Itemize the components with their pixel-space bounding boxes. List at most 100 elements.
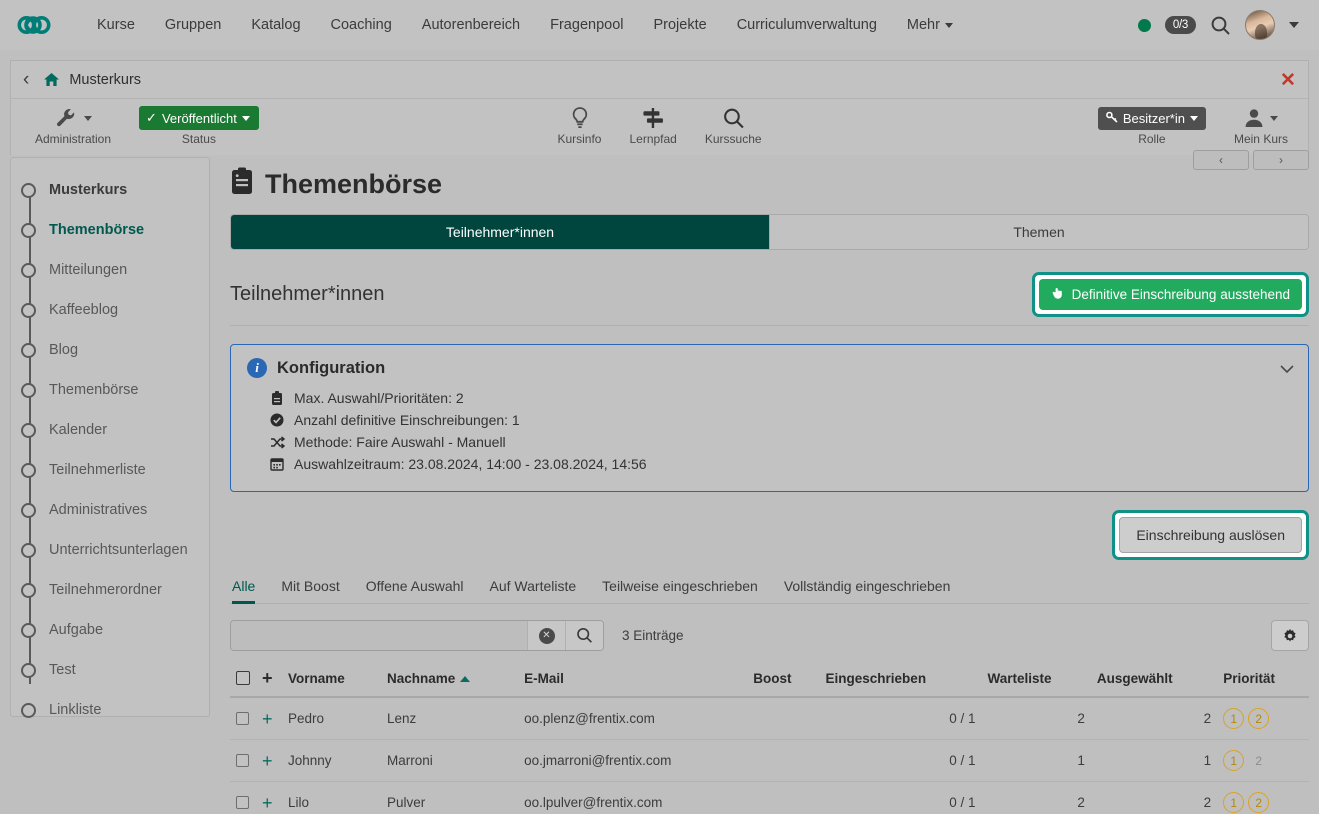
sidebar-item-administratives[interactable]: Administratives: [11, 490, 209, 530]
breadcrumb-course-name[interactable]: Musterkurs: [69, 72, 141, 88]
plus-icon[interactable]: +: [262, 709, 273, 729]
role-badge[interactable]: Besitzer*in: [1098, 107, 1206, 130]
sidebar-item-kalender[interactable]: Kalender: [11, 410, 209, 450]
chevron-left-icon[interactable]: ‹: [23, 70, 29, 89]
column-boost[interactable]: Boost: [747, 665, 819, 697]
sidebar-item-themenboerse[interactable]: Themenbörse: [11, 210, 209, 250]
chevron-down-icon: [1270, 116, 1278, 121]
cell-eingeschrieben: 0 / 1: [820, 697, 982, 740]
sidebar-item-mitteilungen[interactable]: Mitteilungen: [11, 250, 209, 290]
nav-link-gruppen[interactable]: Gruppen: [150, 11, 236, 39]
toolbar-administration-button[interactable]: Administration: [21, 99, 125, 146]
column-warteliste[interactable]: Warteliste: [981, 665, 1090, 697]
search-submit-button[interactable]: [565, 621, 603, 650]
role-badge-wrap: Besitzer*in: [1098, 105, 1206, 131]
nav-link-mehr[interactable]: Mehr: [892, 11, 968, 39]
node-icon: [21, 183, 36, 198]
toolbar-kurssuche-button[interactable]: Kurssuche: [691, 99, 776, 146]
clear-search-button[interactable]: ✕: [527, 621, 565, 650]
chevron-down-icon: [945, 23, 953, 28]
filter-tab-alle[interactable]: Alle: [230, 574, 268, 603]
sidebar-item-kaffeeblog[interactable]: Kaffeeblog: [11, 290, 209, 330]
column-vorname[interactable]: Vorname: [282, 665, 381, 697]
table-body: + Pedro Lenz oo.plenz@frentix.com 0 / 1 …: [230, 697, 1309, 814]
chevron-down-icon[interactable]: [1280, 361, 1292, 369]
column-ausgewaehlt[interactable]: Ausgewählt: [1091, 665, 1217, 697]
plus-icon[interactable]: +: [262, 751, 273, 771]
gear-icon[interactable]: [1271, 620, 1309, 651]
nav-link-label: Curriculumverwaltung: [737, 17, 877, 33]
table-row[interactable]: + Pedro Lenz oo.plenz@frentix.com 0 / 1 …: [230, 697, 1309, 740]
check-icon: ✓: [146, 110, 157, 126]
einschreibung-ausloesen-button[interactable]: Einschreibung auslösen: [1119, 517, 1302, 553]
column-nachname[interactable]: Nachname: [381, 665, 518, 697]
sidebar-item-linkliste[interactable]: Linkliste: [11, 690, 209, 730]
node-icon: [21, 663, 36, 678]
filter-tab-teilweise-eingeschrieben[interactable]: Teilweise eingeschrieben: [589, 574, 771, 603]
column-email[interactable]: E-Mail: [518, 665, 747, 697]
toolbar-lernpfad-button[interactable]: Lernpfad: [615, 99, 690, 146]
table-row[interactable]: + Lilo Pulver oo.lpulver@frentix.com 0 /…: [230, 782, 1309, 814]
page-title: Themenbörse: [230, 155, 1309, 214]
sidebar-item-teilnehmerordner[interactable]: Teilnehmerordner: [11, 570, 209, 610]
cell-warteliste: 2: [981, 697, 1090, 740]
row-checkbox[interactable]: [236, 796, 249, 809]
definitive-enrollment-pending-badge[interactable]: Definitive Einschreibung ausstehend: [1039, 279, 1302, 310]
tab-teilnehmerinnen[interactable]: Teilnehmer*innen: [231, 215, 769, 249]
nav-link-autorenbereich[interactable]: Autorenbereich: [407, 11, 535, 39]
main-panel: Themenbörse Teilnehmer*innen Themen Teil…: [210, 155, 1309, 814]
table-row[interactable]: + Johnny Marroni oo.jmarroni@frentix.com…: [230, 740, 1309, 782]
column-eingeschrieben[interactable]: Eingeschrieben: [820, 665, 982, 697]
tab-themen[interactable]: Themen: [769, 215, 1308, 249]
avatar[interactable]: [1245, 10, 1275, 40]
home-icon[interactable]: [43, 72, 60, 87]
close-icon[interactable]: ✕: [1268, 61, 1308, 99]
filter-tab-vollstaendig-eingeschrieben[interactable]: Vollständig eingeschrieben: [771, 574, 964, 603]
search-icon: [722, 105, 745, 131]
sidebar-item-label: Kalender: [49, 422, 107, 438]
toolbar-role-button[interactable]: Besitzer*in Rolle: [1084, 99, 1220, 146]
chevron-down-icon: [84, 116, 92, 121]
priority-badge: 1: [1223, 792, 1244, 813]
notification-count-badge[interactable]: 0/3: [1165, 16, 1196, 34]
row-checkbox[interactable]: [236, 712, 249, 725]
plus-icon[interactable]: +: [262, 668, 273, 688]
filter-tab-offene-auswahl[interactable]: Offene Auswahl: [353, 574, 477, 603]
nav-link-curriculumverwaltung[interactable]: Curriculumverwaltung: [722, 11, 892, 39]
toolbar-kursinfo-button[interactable]: Kursinfo: [543, 99, 615, 146]
sidebar-item-aufgabe[interactable]: Aufgabe: [11, 610, 209, 650]
nav-link-kurse[interactable]: Kurse: [82, 11, 150, 39]
status-badge[interactable]: ✓ Veröffentlicht: [139, 106, 259, 130]
select-all-checkbox[interactable]: [236, 671, 250, 685]
filter-tab-mit-boost[interactable]: Mit Boost: [268, 574, 352, 603]
search-icon[interactable]: [1210, 15, 1231, 36]
clipboard-icon: [269, 391, 285, 406]
toolbar-status-button[interactable]: ✓ Veröffentlicht Status: [125, 99, 273, 146]
row-checkbox[interactable]: [236, 754, 249, 767]
filter-tab-auf-warteliste[interactable]: Auf Warteliste: [477, 574, 590, 603]
cell-ausgewaehlt: 1: [1091, 740, 1217, 782]
toolbar-lernpfad-label: Lernpfad: [629, 132, 676, 146]
sidebar-item-blog[interactable]: Blog: [11, 330, 209, 370]
search-input[interactable]: [231, 621, 527, 650]
nav-link-projekte[interactable]: Projekte: [638, 11, 721, 39]
nav-link-coaching[interactable]: Coaching: [316, 11, 407, 39]
nav-link-fragenpool[interactable]: Fragenpool: [535, 11, 638, 39]
status-badge-wrap: ✓ Veröffentlicht: [139, 105, 259, 131]
sidebar-item-unterrichtsunterlagen[interactable]: Unterrichtsunterlagen: [11, 530, 209, 570]
plus-icon[interactable]: +: [262, 793, 273, 813]
cell-eingeschrieben: 0 / 1: [820, 782, 982, 814]
toolbar-mein-kurs-button[interactable]: Mein Kurs: [1220, 99, 1302, 146]
sidebar-item-themenboerse-2[interactable]: Themenbörse: [11, 370, 209, 410]
sidebar-item-musterkurs[interactable]: Musterkurs: [11, 170, 209, 210]
sidebar-item-test[interactable]: Test: [11, 650, 209, 690]
infinity-logo[interactable]: [14, 10, 60, 40]
nav-link-label: Gruppen: [165, 17, 221, 33]
sidebar-item-teilnehmerliste[interactable]: Teilnehmerliste: [11, 450, 209, 490]
nav-link-label: Mehr: [907, 17, 940, 33]
nav-link-katalog[interactable]: Katalog: [236, 11, 315, 39]
chevron-down-icon[interactable]: [1289, 22, 1299, 28]
online-status-icon: [1138, 19, 1151, 32]
column-prioritaet[interactable]: Priorität: [1217, 665, 1309, 697]
node-icon: [21, 303, 36, 318]
